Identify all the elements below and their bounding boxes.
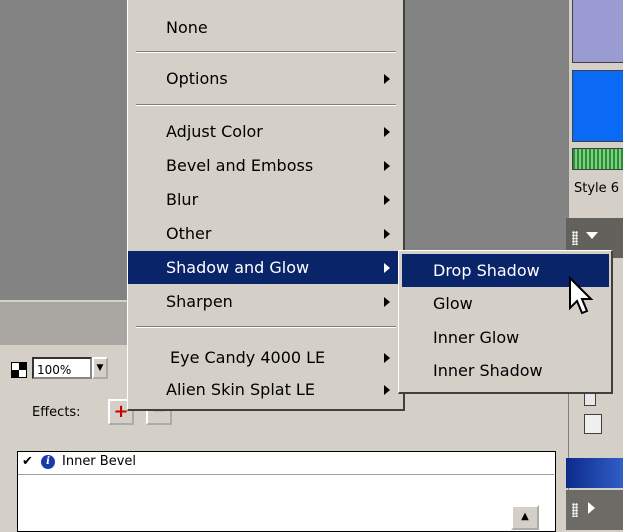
menu-item-none[interactable]: None [128,11,403,44]
paint-bucket-icon[interactable] [584,414,602,434]
menu-item-label: Adjust Color [166,122,263,141]
menu-item-other[interactable]: Other [128,217,403,250]
menu-item-label: Alien Skin Splat LE [166,380,315,399]
scroll-up-button[interactable]: ▲ [511,505,539,530]
menu-item-label: Shadow and Glow [166,258,310,277]
menu-separator [136,326,396,328]
style-name-label: Style 6 [574,181,620,196]
effect-name: Inner Bevel [62,454,137,469]
panel-header-strip-bottom[interactable] [566,490,623,530]
menu-item-sharpen[interactable]: Sharpen [128,285,403,318]
zoom-input[interactable]: 100% [32,357,92,379]
menu-item-label: Glow [433,294,473,313]
submenu-arrow-icon [384,297,390,307]
menu-item-label: Inner Glow [433,328,520,347]
submenu-arrow-icon [384,263,390,273]
submenu-arrow-icon [384,229,390,239]
menu-item-label: Eye Candy 4000 LE [170,348,326,367]
canvas-area-right [405,0,568,250]
info-icon[interactable]: i [41,455,55,469]
style-swatch-blue[interactable] [572,70,623,142]
grip-icon [572,503,578,517]
menu-item-bevel-and-emboss[interactable]: Bevel and Emboss [128,149,403,182]
menu-item-label: Inner Shadow [433,361,543,380]
menu-item-adjust-color[interactable]: Adjust Color [128,115,403,148]
submenu-arrow-icon [384,74,390,84]
canvas-area-left [0,0,128,310]
submenu-arrow-icon [384,161,390,171]
menu-item-label: Bevel and Emboss [166,156,314,175]
style-swatch-lavender[interactable] [572,0,623,63]
panel-title-bar [566,458,623,488]
expand-arrow-icon [588,502,595,514]
menu-separator [136,51,396,53]
menu-item-label: Sharpen [166,292,233,311]
checkmark-icon[interactable]: ✔ [22,454,33,469]
shadow-and-glow-submenu: Drop Shadow Glow Inner Glow Inner Shadow [398,250,613,394]
menu-item-label: Drop Shadow [433,261,540,280]
menu-separator [136,104,396,106]
submenu-arrow-icon [384,385,390,395]
submenu-arrow-icon [384,195,390,205]
effects-label: Effects: [32,405,81,420]
mouse-pointer-icon [569,276,594,315]
menu-item-label: Blur [166,190,199,209]
zoom-dropdown-button[interactable]: ▼ [92,357,108,379]
menu-item-label: Options [166,69,228,88]
menu-item-inner-shadow[interactable]: Inner Shadow [402,354,609,387]
menu-item-eye-candy[interactable]: Eye Candy 4000 LE [128,341,403,374]
list-item[interactable]: ✔ i Inner Bevel [18,452,554,475]
effects-menu: None Options Adjust Color Bevel and Embo… [127,0,405,411]
collapse-arrow-icon [586,232,598,239]
menu-item-label: None [166,18,208,37]
menu-item-options[interactable]: Options [128,62,403,95]
transparency-icon [11,362,27,378]
submenu-arrow-icon [384,127,390,137]
menu-item-alien-skin-splat[interactable]: Alien Skin Splat LE [128,373,403,406]
grip-icon [572,231,578,245]
style-swatch-green-stripes[interactable] [572,148,623,170]
menu-item-label: Other [166,224,212,243]
menu-item-inner-glow[interactable]: Inner Glow [402,321,609,354]
submenu-arrow-icon [384,353,390,363]
menu-item-shadow-and-glow[interactable]: Shadow and Glow [128,251,403,284]
menu-item-blur[interactable]: Blur [128,183,403,216]
